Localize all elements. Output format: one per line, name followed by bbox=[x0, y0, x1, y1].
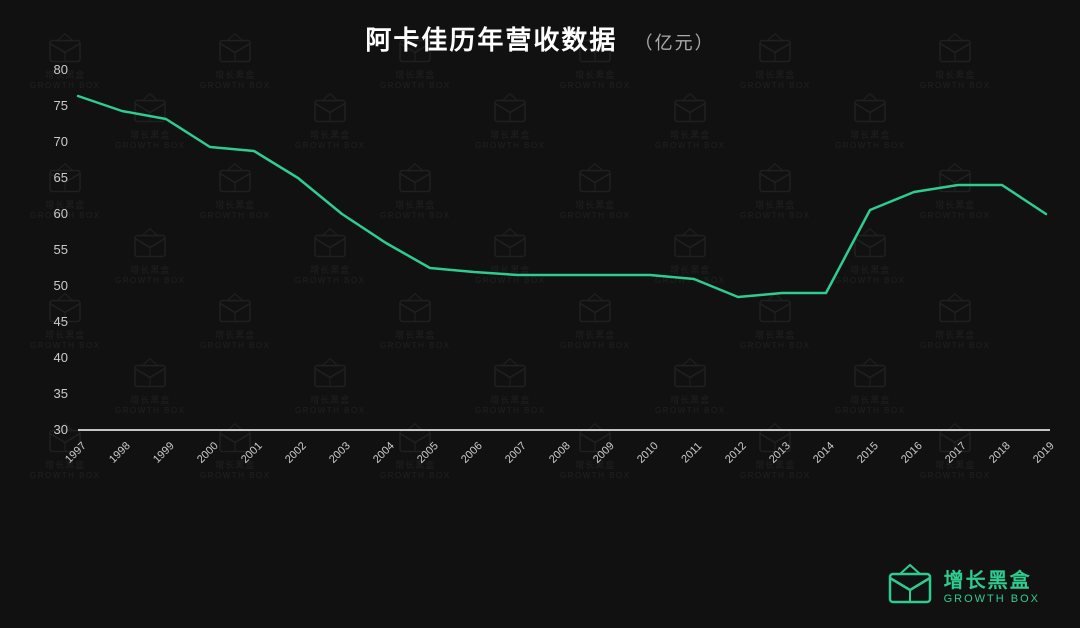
svg-text:2001: 2001 bbox=[239, 440, 265, 466]
revenue-line bbox=[78, 96, 1046, 297]
brand-logo-icon bbox=[886, 560, 934, 608]
svg-text:1997: 1997 bbox=[63, 440, 89, 466]
svg-text:60: 60 bbox=[54, 206, 68, 221]
svg-text:80: 80 bbox=[54, 62, 68, 77]
svg-text:2012: 2012 bbox=[723, 440, 749, 466]
svg-text:2006: 2006 bbox=[459, 440, 485, 466]
svg-text:2009: 2009 bbox=[591, 440, 617, 466]
svg-text:2018: 2018 bbox=[987, 440, 1013, 466]
svg-text:2019: 2019 bbox=[1031, 440, 1057, 466]
line-chart: 30 35 40 45 50 55 60 65 70 75 80 1997 19… bbox=[0, 0, 1080, 628]
svg-text:1998: 1998 bbox=[107, 440, 133, 466]
svg-text:2016: 2016 bbox=[899, 440, 925, 466]
svg-text:2017: 2017 bbox=[943, 440, 969, 466]
svg-text:2007: 2007 bbox=[503, 440, 529, 466]
chart-container: 阿卡佳历年营收数据 （亿元） 30 35 40 45 50 55 60 65 7… bbox=[0, 0, 1080, 628]
svg-text:2000: 2000 bbox=[195, 440, 221, 466]
svg-text:35: 35 bbox=[54, 386, 68, 401]
svg-text:2008: 2008 bbox=[547, 440, 573, 466]
svg-text:30: 30 bbox=[54, 422, 68, 437]
svg-text:75: 75 bbox=[54, 98, 68, 113]
svg-text:50: 50 bbox=[54, 278, 68, 293]
svg-text:2010: 2010 bbox=[635, 440, 661, 466]
svg-text:2004: 2004 bbox=[371, 440, 397, 466]
svg-text:45: 45 bbox=[54, 314, 68, 329]
brand-chinese-text: 增长黑盒 bbox=[944, 564, 1032, 593]
svg-text:2003: 2003 bbox=[327, 440, 353, 466]
brand-section: 增长黑盒 GROWTH BOX bbox=[886, 560, 1040, 608]
svg-text:2015: 2015 bbox=[855, 440, 881, 466]
brand-english-text: GROWTH BOX bbox=[944, 593, 1040, 605]
svg-text:2014: 2014 bbox=[811, 440, 837, 466]
svg-text:65: 65 bbox=[54, 170, 68, 185]
svg-text:1999: 1999 bbox=[151, 440, 177, 466]
svg-text:70: 70 bbox=[54, 134, 68, 149]
svg-text:2013: 2013 bbox=[767, 440, 793, 466]
brand-text-group: 增长黑盒 GROWTH BOX bbox=[944, 564, 1040, 605]
svg-text:2002: 2002 bbox=[283, 440, 309, 466]
svg-text:2005: 2005 bbox=[415, 440, 441, 466]
svg-text:40: 40 bbox=[54, 350, 68, 365]
svg-text:2011: 2011 bbox=[679, 440, 704, 465]
svg-text:55: 55 bbox=[54, 242, 68, 257]
